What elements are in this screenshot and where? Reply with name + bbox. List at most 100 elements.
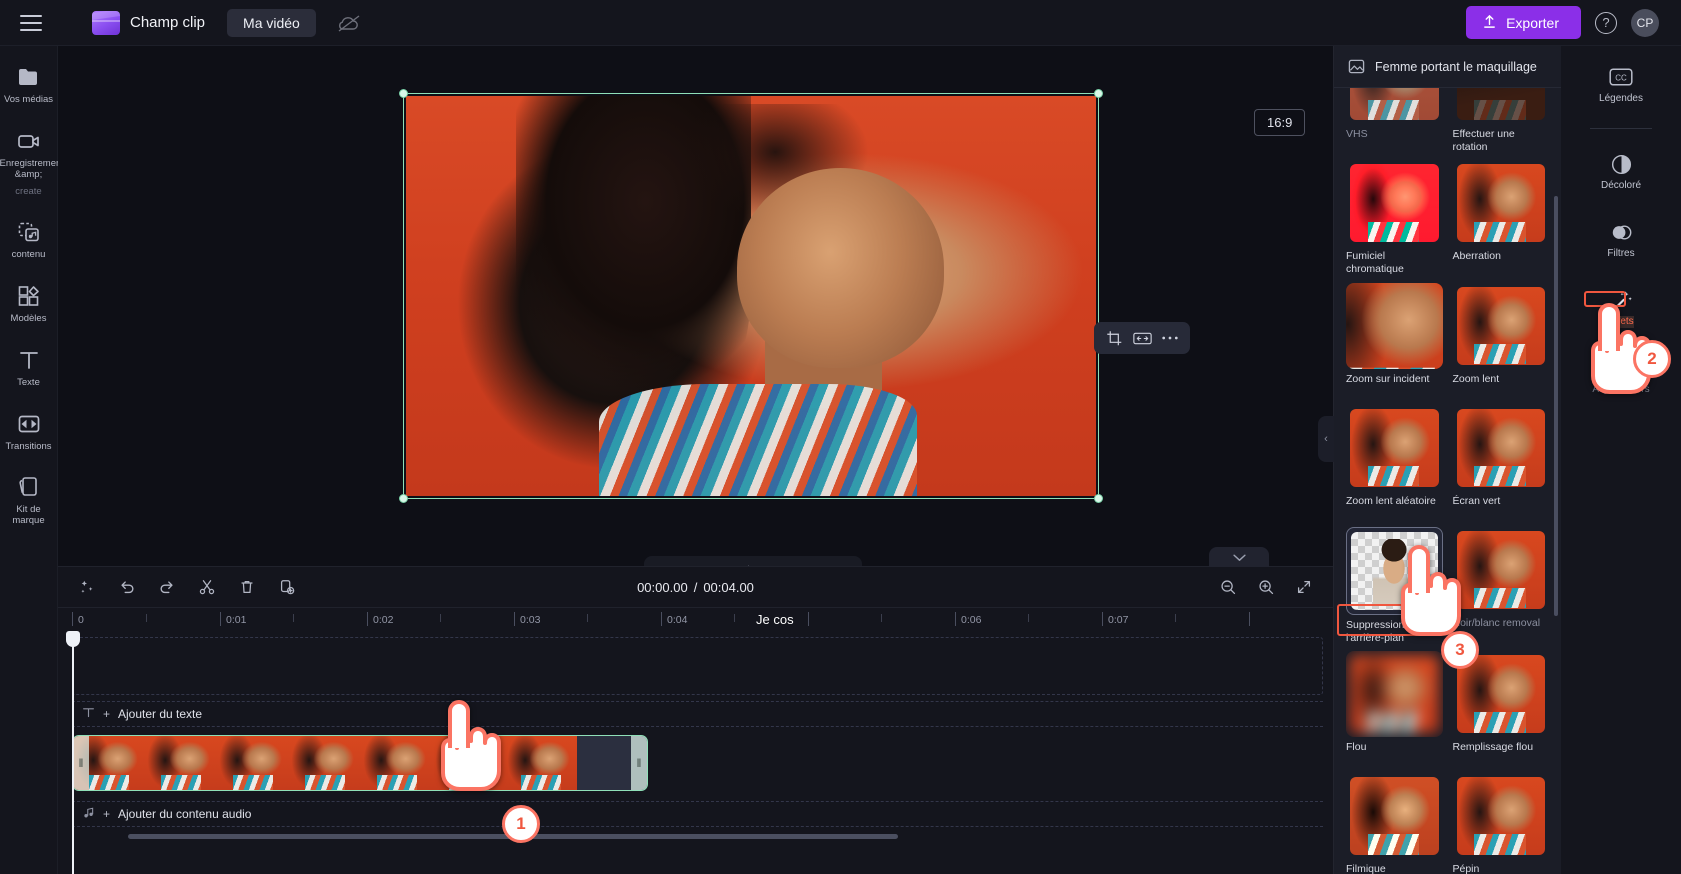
effect-label: Filmique [1346, 862, 1386, 874]
effect-card[interactable]: Filmique [1346, 773, 1443, 874]
more-options-icon[interactable] [1159, 327, 1181, 349]
effect-card[interactable]: Écran vert [1453, 405, 1550, 521]
effect-card[interactable]: Fumiciel chromatique [1346, 160, 1443, 276]
sidebar-item-texte[interactable]: Texte [0, 347, 58, 389]
cloud-off-icon[interactable] [336, 13, 362, 33]
templates-icon [16, 283, 42, 309]
effect-card[interactable]: Pépin [1453, 773, 1550, 874]
export-button[interactable]: Exporter [1466, 6, 1581, 39]
split-icon[interactable] [196, 576, 218, 598]
zoom-in-icon[interactable] [1255, 576, 1277, 598]
effect-label: Remplissage flou [1452, 740, 1534, 753]
help-icon[interactable]: ? [1595, 11, 1617, 34]
effects-panel-scrollbar[interactable] [1554, 196, 1558, 616]
duplicate-icon[interactable] [276, 576, 298, 598]
effect-label: Zoom sur incident [1346, 372, 1430, 385]
magic-icon[interactable] [76, 576, 98, 598]
effect-card[interactable]: Flou [1346, 651, 1443, 767]
rail-item-legendes[interactable]: CC Légendes [1582, 60, 1660, 110]
effect-card[interactable]: Effectuer une rotation [1453, 88, 1550, 154]
fit-timeline-icon[interactable] [1293, 576, 1315, 598]
timeline-tracks: + Ajouter du texte ‖ ‖ + Ajouter du cont… [58, 631, 1333, 874]
effect-card[interactable]: VHS [1346, 88, 1443, 154]
sidebar-item-modeles[interactable]: Modèles [0, 283, 58, 325]
fade-icon [1609, 152, 1633, 176]
effect-thumbnail [1456, 776, 1545, 855]
effect-label: Zoom lent aléatoire [1346, 494, 1436, 507]
clip-thumbnail [145, 736, 217, 790]
rail-label: Adjust colors [1592, 384, 1650, 395]
undo-icon[interactable] [116, 576, 138, 598]
effect-card[interactable]: Aberration [1453, 160, 1550, 276]
preview-photo [406, 96, 1096, 496]
timecode-total: 00:04.00 [703, 579, 754, 595]
fit-width-icon[interactable] [1131, 327, 1153, 349]
panel-collapse-toggle[interactable]: ‹ [1318, 416, 1334, 462]
rail-item-filtres[interactable]: Filtres [1582, 215, 1660, 265]
effect-thumbnail [1456, 530, 1545, 609]
sidebar-item-enregistrement[interactable]: Enregistrement &amp; create [0, 128, 64, 197]
clip-thumbnail [217, 736, 289, 790]
panel-title: Femme portant le maquillage [1375, 59, 1537, 74]
effect-card[interactable]: Remplissage flou [1453, 651, 1550, 767]
sidebar-item-transitions[interactable]: Transitions [0, 411, 58, 453]
video-clip[interactable]: ‖ ‖ [72, 735, 648, 791]
redo-icon[interactable] [156, 576, 178, 598]
timeline-caption-text: Je cos [756, 612, 794, 627]
sidebar-item-contenu[interactable]: contenu [0, 219, 58, 261]
delete-icon[interactable] [236, 576, 258, 598]
panel-header: Femme portant le maquillage [1334, 46, 1561, 88]
effect-card[interactable]: Zoom lent aléatoire [1346, 405, 1443, 521]
project-title[interactable]: Ma vidéo [227, 8, 316, 37]
ruler-label: 0:07 [1108, 614, 1129, 626]
effect-card[interactable]: Zoom lent [1453, 283, 1550, 399]
camera-icon [16, 128, 42, 154]
plus-icon: + [103, 807, 111, 821]
rail-item-decolore[interactable]: Décoloré [1582, 147, 1660, 197]
aspect-ratio-button[interactable]: 16:9 [1254, 109, 1306, 136]
effect-thumbnail [1351, 531, 1438, 610]
step-badge-3: 3 [1441, 631, 1479, 669]
crop-icon[interactable] [1103, 327, 1125, 349]
avatar[interactable]: CP [1631, 8, 1659, 37]
transitions-icon [16, 411, 42, 437]
effect-card-background-removal[interactable]: Suppression de l'arrière-plan [1346, 526, 1443, 645]
timeline-toolbar: 00:00.00 / 00:04.00 [58, 567, 1333, 607]
playhead[interactable] [66, 631, 80, 874]
add-audio-track[interactable]: + Ajouter du contenu audio [72, 801, 1323, 827]
photo-face [737, 168, 945, 368]
effect-label: Fumiciel chromatique [1346, 250, 1404, 276]
timecode-separator: / [693, 579, 698, 595]
effect-thumbnail [1350, 654, 1439, 733]
add-text-track[interactable]: + Ajouter du texte [72, 701, 1323, 727]
upload-icon [1482, 14, 1497, 32]
timeline-panel: 00:00.00 / 00:04.00 0 0:01 0:02 0:03 0:0… [58, 547, 1333, 874]
effect-thumbnail [1346, 282, 1443, 369]
right-sidebar: CC Légendes Décoloré Filtres Effets Adju… [1561, 46, 1681, 874]
sidebar-item-vos-medias[interactable]: Vos médias [0, 64, 58, 106]
step-badge-2: 2 [1633, 340, 1671, 378]
timeline-collapse-toggle[interactable] [1209, 547, 1269, 567]
rail-item-effets[interactable]: Effets [1582, 283, 1660, 333]
adjust-colors-icon [1609, 356, 1633, 380]
timeline-ruler[interactable]: 0 0:01 0:02 0:03 0:04 Je cos 0:06 0:07 [58, 607, 1333, 633]
clip-trim-handle-right[interactable]: ‖ [631, 736, 647, 790]
top-bar: Champ clip Ma vidéo Exporter ? CP [0, 0, 1681, 46]
hamburger-icon[interactable] [20, 14, 42, 31]
empty-overlay-track[interactable] [72, 637, 1323, 695]
rail-label: Légendes [1599, 93, 1643, 104]
filters-icon [1609, 220, 1633, 244]
effect-thumbnail [1456, 88, 1545, 120]
app-logo-icon [92, 10, 120, 35]
effect-card[interactable]: Zoom sur incident [1346, 282, 1443, 399]
plus-icon: + [103, 707, 111, 721]
effect-card[interactable]: Noir/blanc removal [1453, 527, 1550, 645]
video-canvas[interactable] [399, 89, 1103, 503]
ruler-label: 0 [78, 614, 84, 626]
timeline-zoom-controls [1217, 567, 1315, 607]
effect-thumbnail [1456, 164, 1545, 243]
effects-grid: VHS Effectuer une rotation Fumiciel chro… [1334, 88, 1561, 874]
zoom-out-icon[interactable] [1217, 576, 1239, 598]
sidebar-item-kit-de-marque[interactable]: Kit de marque [0, 474, 58, 527]
clip-trim-handle-left[interactable]: ‖ [73, 736, 89, 790]
